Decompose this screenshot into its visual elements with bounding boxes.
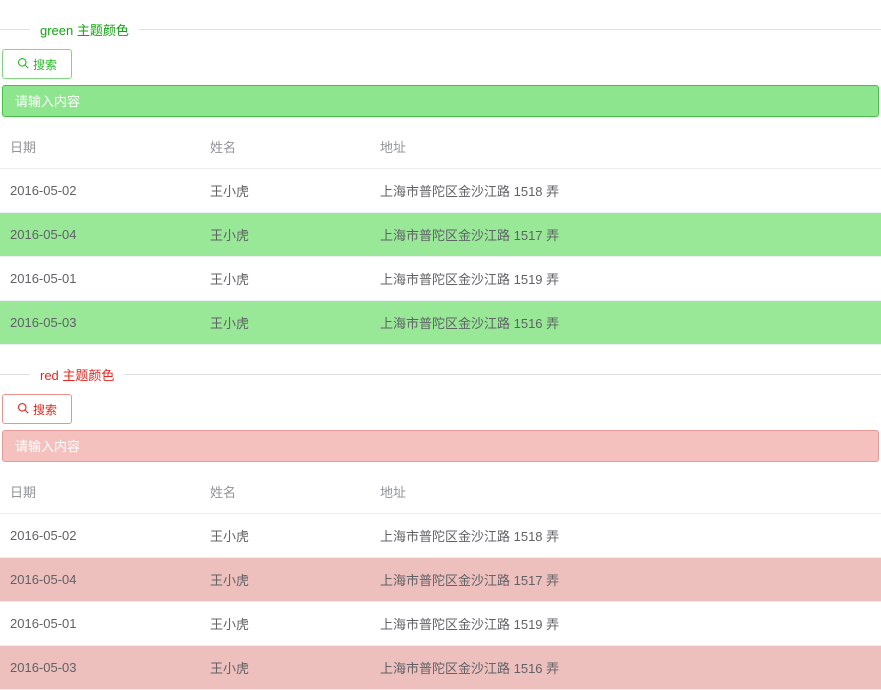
cell-address: 上海市普陀区金沙江路 1519 弄 [370,257,881,301]
cell-address: 上海市普陀区金沙江路 1518 弄 [370,169,881,213]
cell-date: 2016-05-01 [0,257,200,301]
cell-date: 2016-05-03 [0,646,200,690]
cell-name: 王小虎 [200,558,370,602]
search-button[interactable]: 搜索 [2,49,72,79]
cell-address: 上海市普陀区金沙江路 1519 弄 [370,602,881,646]
cell-date: 2016-05-03 [0,301,200,345]
data-table: 日期姓名地址2016-05-02王小虎上海市普陀区金沙江路 1518 弄2016… [0,125,881,345]
cell-date: 2016-05-02 [0,169,200,213]
column-header-date: 日期 [0,470,200,514]
cell-address: 上海市普陀区金沙江路 1517 弄 [370,213,881,257]
data-table: 日期姓名地址2016-05-02王小虎上海市普陀区金沙江路 1518 弄2016… [0,470,881,690]
theme-legend: red 主题颜色 [30,365,124,384]
search-button-label: 搜索 [33,56,57,73]
cell-name: 王小虎 [200,646,370,690]
column-header-address: 地址 [370,470,881,514]
table-row: 2016-05-04王小虎上海市普陀区金沙江路 1517 弄 [0,558,881,602]
theme-legend-text: green 主题颜色 [40,23,129,38]
cell-name: 王小虎 [200,257,370,301]
table-row: 2016-05-01王小虎上海市普陀区金沙江路 1519 弄 [0,257,881,301]
search-input[interactable] [2,85,879,117]
cell-address: 上海市普陀区金沙江路 1518 弄 [370,514,881,558]
theme-legend: green 主题颜色 [30,20,139,39]
search-icon [17,57,29,72]
table-row: 2016-05-03王小虎上海市普陀区金沙江路 1516 弄 [0,646,881,690]
column-header-name: 姓名 [200,125,370,169]
cell-address: 上海市普陀区金沙江路 1517 弄 [370,558,881,602]
search-icon [17,402,29,417]
search-button[interactable]: 搜索 [2,394,72,424]
cell-address: 上海市普陀区金沙江路 1516 弄 [370,301,881,345]
column-header-address: 地址 [370,125,881,169]
cell-name: 王小虎 [200,514,370,558]
cell-date: 2016-05-04 [0,558,200,602]
theme-section-green: green 主题颜色 [0,20,881,39]
cell-name: 王小虎 [200,213,370,257]
table-row: 2016-05-03王小虎上海市普陀区金沙江路 1516 弄 [0,301,881,345]
column-header-name: 姓名 [200,470,370,514]
table-row: 2016-05-04王小虎上海市普陀区金沙江路 1517 弄 [0,213,881,257]
table-row: 2016-05-02王小虎上海市普陀区金沙江路 1518 弄 [0,169,881,213]
cell-name: 王小虎 [200,169,370,213]
cell-date: 2016-05-01 [0,602,200,646]
cell-date: 2016-05-02 [0,514,200,558]
column-header-date: 日期 [0,125,200,169]
theme-legend-text: red 主题颜色 [40,368,114,383]
theme-section-red: red 主题颜色 [0,365,881,384]
table-row: 2016-05-01王小虎上海市普陀区金沙江路 1519 弄 [0,602,881,646]
search-button-label: 搜索 [33,401,57,418]
cell-address: 上海市普陀区金沙江路 1516 弄 [370,646,881,690]
table-row: 2016-05-02王小虎上海市普陀区金沙江路 1518 弄 [0,514,881,558]
cell-date: 2016-05-04 [0,213,200,257]
cell-name: 王小虎 [200,301,370,345]
search-input[interactable] [2,430,879,462]
cell-name: 王小虎 [200,602,370,646]
